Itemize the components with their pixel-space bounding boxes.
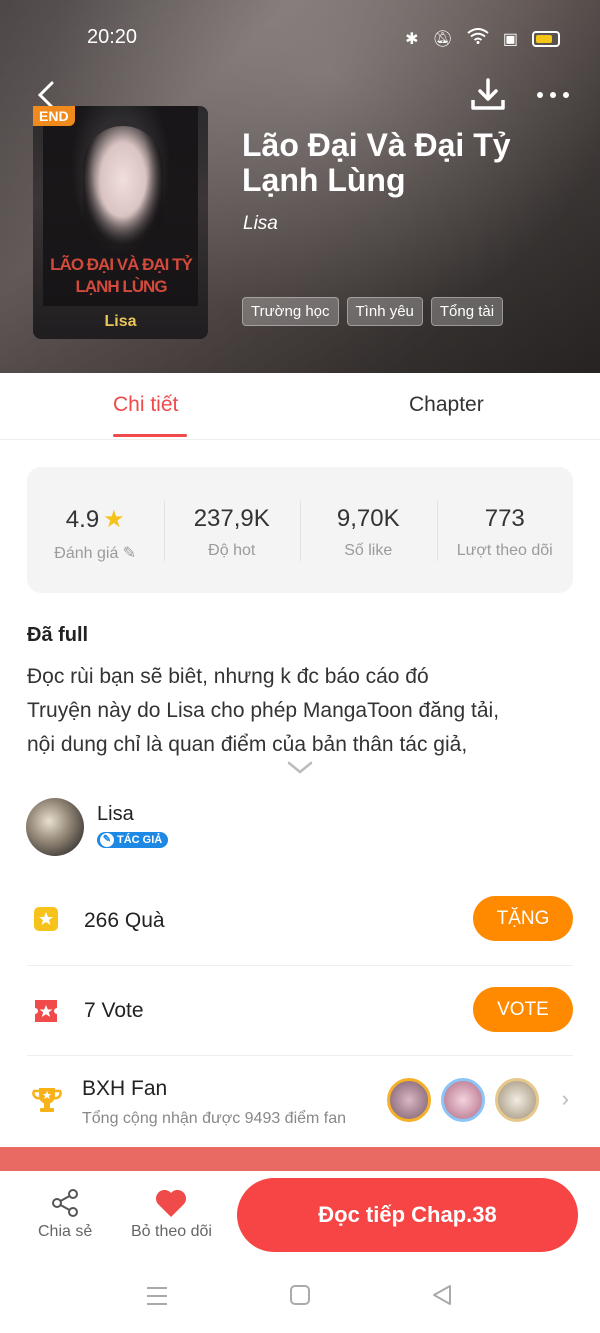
bluetooth-icon: ✱ (405, 30, 419, 48)
book-title: Lão Đại Và Đại Tỷ Lạnh Lùng (242, 127, 511, 198)
author-badge-label: TÁC GIẢ (117, 834, 163, 846)
followers-label: Lượt theo dõi (456, 542, 553, 559)
share-label: Chia sẻ (38, 1223, 93, 1240)
battery-icon (532, 30, 560, 47)
fan-rank-title: BXH Fan (82, 1077, 168, 1100)
chevron-right-icon: › (561, 1086, 569, 1111)
book-author[interactable]: Lisa (243, 213, 278, 235)
stats-panel: 4.9 ★ Đánh giá ✎ 237,9K Độ hot 9,70K Số l… (27, 467, 573, 593)
gift-row: 266 Quà TẶNG (27, 876, 573, 966)
rating-label: Đánh giá (54, 545, 119, 562)
more-options-button[interactable] (537, 92, 569, 98)
gift-icon (31, 904, 61, 934)
status-time: 20:20 (87, 26, 138, 48)
author-avatar[interactable] (26, 798, 84, 856)
hot-value: 237,9K (193, 505, 270, 532)
fan-avatar (387, 1078, 431, 1122)
fan-avatar (441, 1078, 485, 1122)
download-icon (471, 78, 505, 110)
unfollow-label: Bỏ theo dõi (131, 1223, 212, 1240)
vote-count: 7 Vote (84, 999, 144, 1022)
tag-list: Trường học Tình yêu Tổng tài (242, 297, 504, 326)
fan-rank-subtitle: Tổng cộng nhận được 9493 điểm fan (82, 1110, 347, 1127)
menu-nav-button[interactable] (145, 1283, 169, 1314)
rating-value: 4.9 (65, 505, 100, 533)
vote-button[interactable]: VOTE (473, 987, 573, 1032)
vote-ticket-icon (31, 996, 61, 1026)
description-line: nội dung chỉ là quan điểm của bản thân t… (27, 733, 468, 756)
download-button[interactable] (470, 78, 506, 117)
book-cover: LÃO ĐẠI VÀ ĐẠI TỶ LẠNH LÙNG Lisa (33, 106, 208, 339)
bottom-action-bar: Chia sẻ Bỏ theo dõi Đọc tiếp Chap.38 (0, 1171, 600, 1261)
share-icon (38, 1187, 92, 1223)
description-line: Đọc rùi bạn sẽ biêt, nhưng k đc báo cáo … (27, 665, 429, 688)
status-bar: 20:20 ✱ 🔕︎ ▣ (0, 24, 600, 52)
stat-rating[interactable]: 4.9 ★ Đánh giá ✎ (27, 467, 164, 593)
end-badge: END (33, 106, 75, 126)
cover-title: LÃO ĐẠI VÀ ĐẠI TỶ LẠNH LÙNG (50, 255, 193, 296)
stat-followers: 773 Lượt theo dõi (436, 467, 574, 593)
active-tab-indicator (113, 434, 187, 437)
gift-count: 266 Quà (84, 909, 165, 932)
trophy-icon (31, 1084, 62, 1114)
top-fans (387, 1078, 539, 1122)
tag-item[interactable]: Trường học (242, 297, 339, 326)
tab-details[interactable]: Chi tiết (113, 393, 178, 417)
edit-pencil-icon: ✎ (122, 545, 137, 562)
promo-banner-edge (0, 1147, 600, 1171)
tag-item[interactable]: Tổng tài (430, 297, 504, 326)
author-name[interactable]: Lisa (97, 803, 134, 826)
heart-icon (131, 1187, 212, 1223)
likes-label: Số like (344, 542, 393, 559)
description-line: Truyện này do Lisa cho phép MangaToon đă… (27, 699, 500, 722)
wifi-icon (467, 28, 489, 49)
chevron-down-icon (287, 761, 313, 774)
stat-hot: 237,9K Độ hot (163, 467, 301, 593)
expand-description-button[interactable] (287, 758, 313, 781)
pen-icon: ✎ (100, 833, 114, 847)
hot-label: Độ hot (208, 542, 256, 559)
screen-record-icon: ▣ (502, 30, 518, 48)
system-navigation-bar (0, 1261, 600, 1333)
home-nav-button[interactable] (288, 1283, 312, 1314)
tab-chapter[interactable]: Chapter (409, 393, 484, 417)
cover-author: Lisa (104, 313, 137, 330)
vote-row: 7 Vote VOTE (27, 966, 573, 1056)
mute-icon: 🔕︎ (432, 30, 453, 48)
give-gift-button[interactable]: TẶNG (473, 896, 573, 941)
continue-reading-button[interactable]: Đọc tiếp Chap.38 (237, 1178, 578, 1252)
tab-bar: Chi tiết Chapter (0, 373, 600, 440)
status-icons: ✱ 🔕︎ ▣ (405, 28, 560, 49)
stat-likes: 9,70K Số like (300, 467, 437, 593)
share-button[interactable]: Chia sẻ (38, 1187, 92, 1241)
back-nav-button[interactable] (430, 1283, 454, 1314)
author-badge: ✎ TÁC GIẢ (97, 832, 169, 848)
description-text[interactable]: Đọc rùi bạn sẽ biêt, nhưng k đc báo cáo … (27, 660, 577, 762)
tag-item[interactable]: Tình yêu (346, 297, 423, 326)
star-icon: ★ (103, 506, 125, 533)
fan-rank-row[interactable]: BXH Fan Tổng cộng nhận được 9493 điểm fa… (27, 1056, 573, 1146)
likes-value: 9,70K (336, 505, 400, 532)
unfollow-button[interactable]: Bỏ theo dõi (131, 1187, 212, 1241)
completion-status: Đã full (27, 624, 89, 646)
followers-value: 773 (484, 505, 525, 532)
fan-avatar (495, 1078, 539, 1122)
